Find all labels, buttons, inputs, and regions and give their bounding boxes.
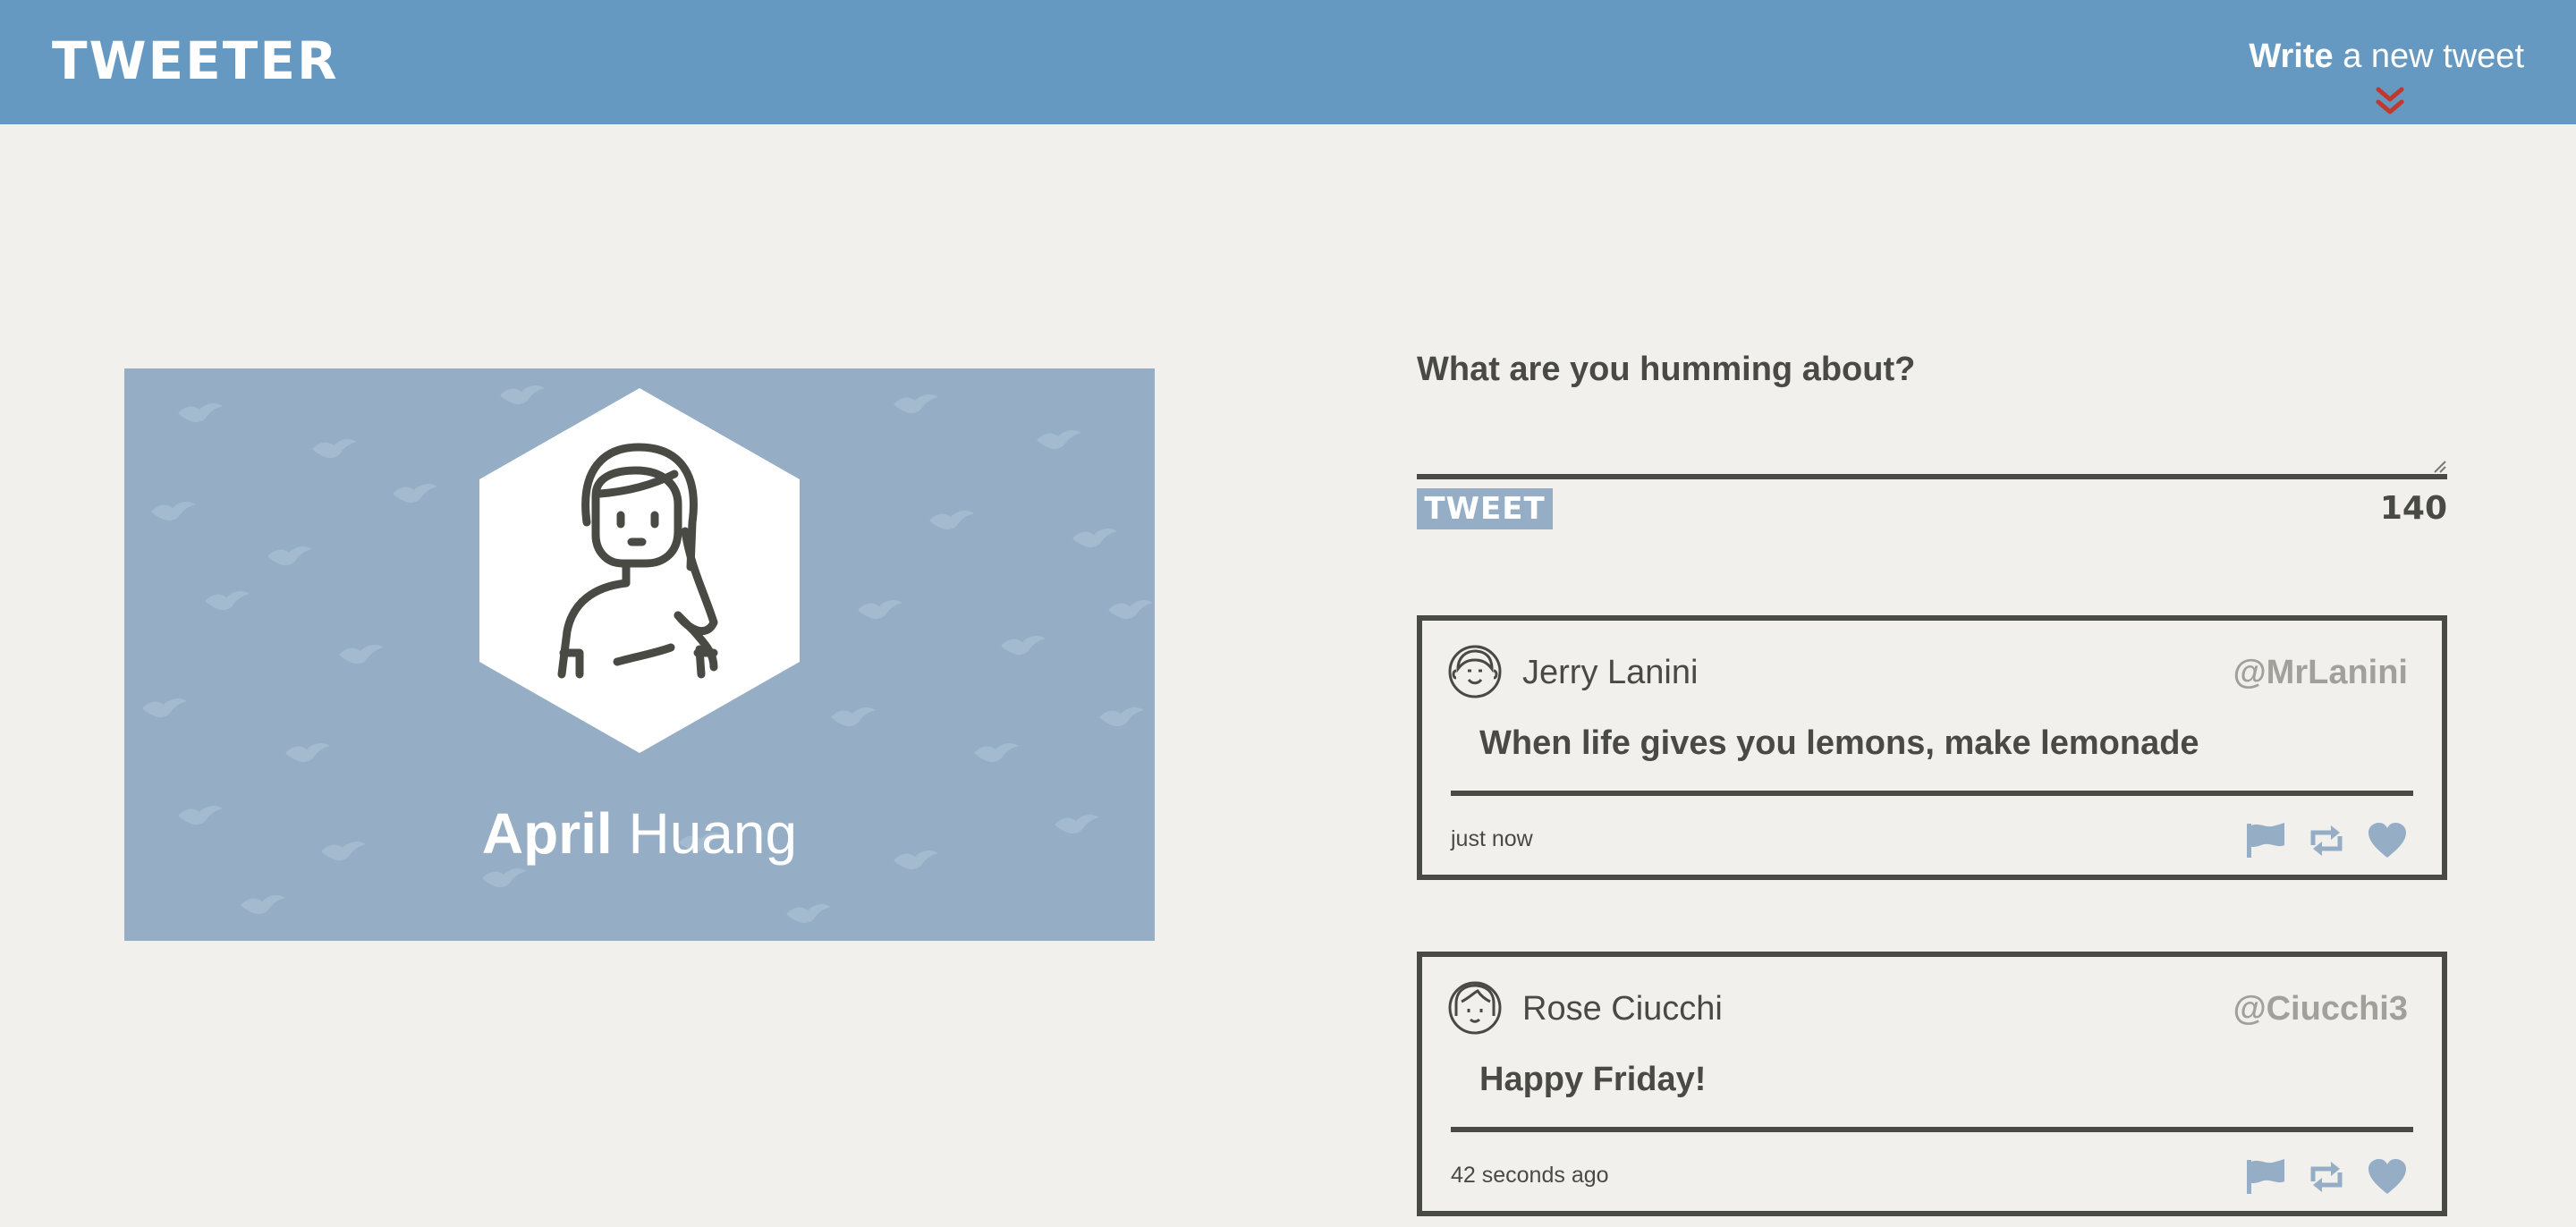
heart-icon[interactable] (2367, 822, 2408, 859)
tweet-content: When life gives you lemons, make lemonad… (1479, 724, 2199, 762)
tweet-author-name: Rose Ciucchi (1522, 990, 1723, 1028)
tweet-card: Rose Ciucchi @Ciucchi3 Happy Friday! 42 … (1417, 952, 2447, 1216)
tweet-actions (2245, 1157, 2408, 1197)
compose-heading: What are you humming about? (1417, 351, 1916, 388)
heart-icon[interactable] (2367, 1158, 2408, 1196)
logo[interactable]: TWEETER (52, 32, 339, 89)
profile-last-name: Huang (628, 801, 798, 866)
tweet-timestamp: just now (1451, 826, 1533, 851)
write-new-tweet-toggle[interactable]: Write a new tweet (2249, 34, 2524, 79)
tweet-divider (1451, 1127, 2413, 1132)
tweet-author-handle: @Ciucchi3 (2233, 990, 2408, 1028)
nav-bar: TWEETER Write a new tweet (0, 0, 2576, 124)
retweet-icon[interactable] (2306, 1158, 2347, 1196)
profile-first-name: April (481, 801, 613, 866)
tweet-timestamp: 42 seconds ago (1451, 1163, 1609, 1188)
flag-icon[interactable] (2245, 822, 2286, 859)
profile-name: April Huang (124, 798, 1155, 869)
tweet-actions (2245, 821, 2408, 860)
compose-tweet-section: What are you humming about? TWEET 140 (1417, 343, 2447, 529)
tweet-divider (1451, 791, 2413, 796)
man-avatar-icon (1448, 645, 1502, 698)
compose-toggle-bold: Write (2249, 38, 2334, 75)
tweet-card: Jerry Lanini @MrLanini When life gives y… (1417, 615, 2447, 880)
woman-avatar-icon (1448, 981, 1502, 1035)
compose-toggle-rest: a new tweet (2333, 38, 2524, 75)
tweet-author-name: Jerry Lanini (1522, 654, 1699, 691)
retweet-icon[interactable] (2306, 822, 2347, 859)
profile-card: April Huang (124, 368, 1155, 941)
flag-icon[interactable] (2245, 1158, 2286, 1196)
resize-grip-icon[interactable] (2431, 458, 2447, 474)
character-counter: 140 (2379, 490, 2447, 527)
tweet-submit-button[interactable]: TWEET (1417, 488, 1553, 529)
tweet-text-input[interactable] (1417, 406, 2447, 479)
tweet-author-handle: @MrLanini (2233, 654, 2408, 691)
tweet-content: Happy Friday! (1479, 1061, 1707, 1098)
double-chevron-down-icon[interactable] (2374, 86, 2406, 116)
profile-avatar-hexagon (479, 388, 800, 753)
